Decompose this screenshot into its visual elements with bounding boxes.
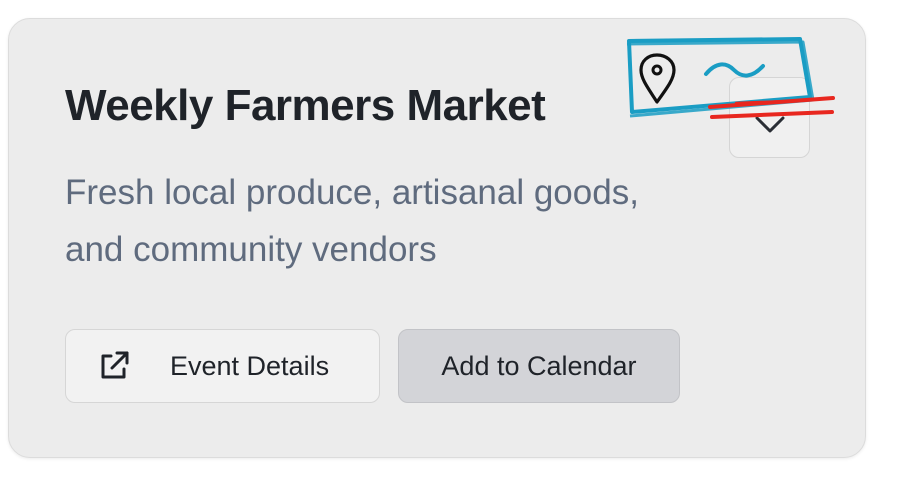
event-details-label: Event Details (170, 350, 330, 381)
heart-icon (755, 116, 785, 133)
card-title: Weekly Farmers Market (65, 81, 546, 130)
event-details-button[interactable]: Event Details (65, 329, 380, 403)
screen: Weekly Farmers Market Fresh local produc… (0, 0, 898, 482)
card-description: Fresh local produce, artisanal goods, an… (65, 173, 639, 269)
favorite-button[interactable] (729, 77, 810, 158)
add-to-calendar-label: Add to Calendar (441, 350, 637, 381)
event-card: Weekly Farmers Market Fresh local produc… (8, 18, 866, 458)
add-to-calendar-button[interactable]: Add to Calendar (398, 329, 680, 403)
external-link-icon (96, 348, 132, 384)
